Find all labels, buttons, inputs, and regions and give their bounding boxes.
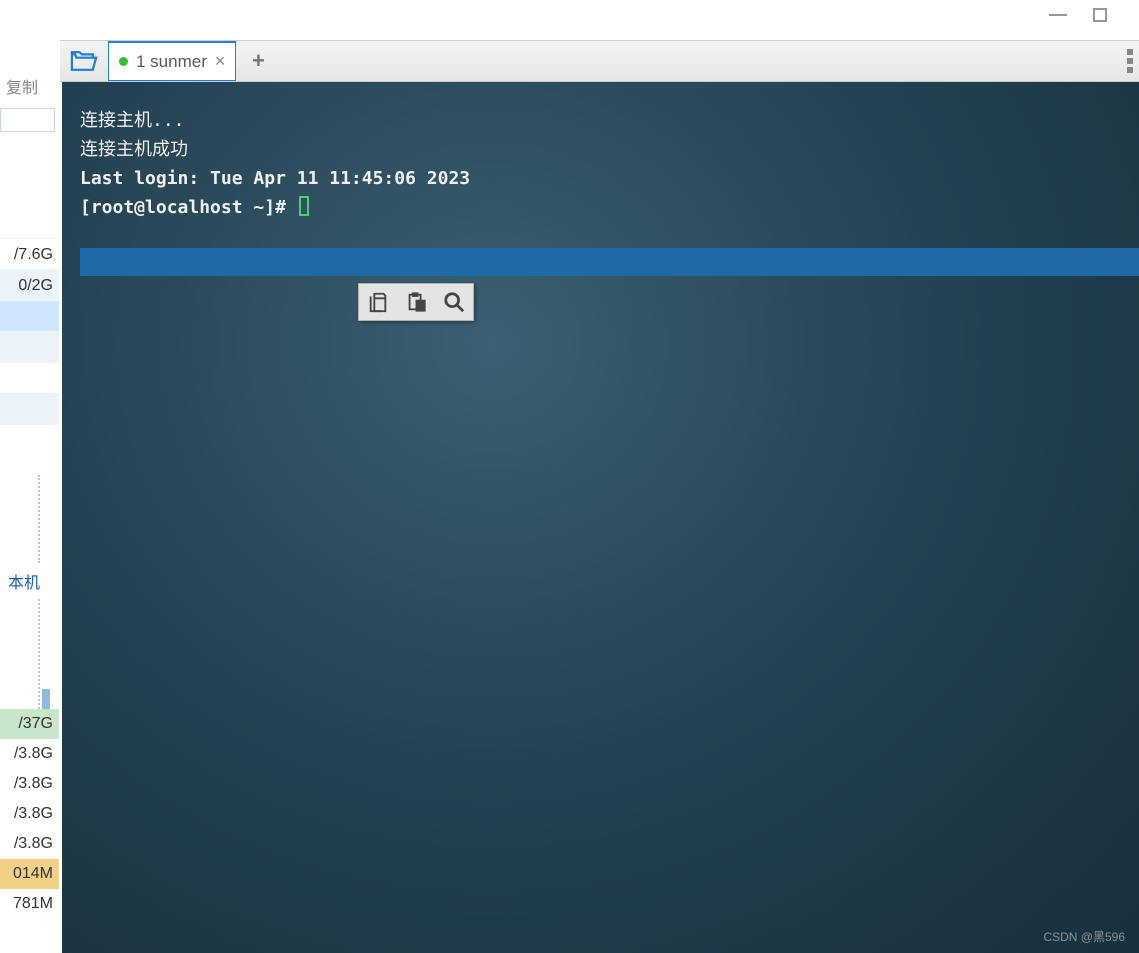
cursor-icon — [299, 196, 309, 216]
stat-item: 781M — [0, 889, 59, 919]
stat-item: 0/2G — [0, 269, 59, 300]
stat-item: /3.8G — [0, 829, 59, 859]
stat-item-selected[interactable] — [0, 300, 59, 331]
stat-item: /37G — [0, 709, 59, 739]
status-dot-icon — [119, 57, 128, 66]
stat-item — [0, 393, 59, 424]
sidebar-chart — [38, 475, 59, 563]
sidebar-chart — [38, 599, 59, 709]
stat-item: /3.8G — [0, 799, 59, 829]
menu-icon[interactable] — [1127, 49, 1133, 73]
sidebar-input-box[interactable] — [0, 108, 55, 132]
chart-bar-icon — [42, 689, 50, 709]
watermark: CSDN @黑596 — [1043, 928, 1125, 945]
terminal-line: 连接主机成功 — [80, 135, 1121, 164]
terminal-line: 连接主机... — [80, 106, 1121, 135]
selection-highlight — [80, 248, 1139, 276]
terminal[interactable]: 连接主机... 连接主机成功 Last login: Tue Apr 11 11… — [62, 82, 1139, 953]
sidebar-host-label[interactable]: 本机 — [0, 563, 59, 599]
stat-item — [0, 424, 59, 455]
tab-session[interactable]: 1 sunmer × — [108, 41, 236, 81]
stat-item — [0, 362, 59, 393]
tab-label: 1 sunmer — [136, 52, 207, 72]
stat-item: /3.8G — [0, 769, 59, 799]
stat-item: 014M — [0, 859, 59, 889]
stat-item — [0, 331, 59, 362]
paste-button[interactable] — [397, 284, 435, 320]
window-minimize-icon[interactable] — [1049, 14, 1067, 16]
terminal-prompt: [root@localhost ~]# — [80, 193, 1121, 222]
tabbar: 1 sunmer × + — [60, 40, 1139, 82]
sidebar-copy-label: 复制 — [0, 70, 59, 102]
close-tab-icon[interactable]: × — [215, 51, 226, 72]
window-maximize-icon[interactable] — [1093, 8, 1107, 22]
stat-item: /7.6G — [0, 238, 59, 269]
context-toolbar — [358, 283, 474, 321]
terminal-line: Last login: Tue Apr 11 11:45:06 2023 — [80, 164, 1121, 193]
add-tab-button[interactable]: + — [236, 41, 280, 81]
sidebar: 复制 /7.6G 0/2G 本机 /37G /3.8G /3.8G /3.8G … — [0, 70, 59, 950]
stat-item: /3.8G — [0, 739, 59, 769]
copy-button[interactable] — [359, 284, 397, 320]
search-button[interactable] — [435, 284, 473, 320]
open-folder-button[interactable] — [60, 41, 108, 81]
